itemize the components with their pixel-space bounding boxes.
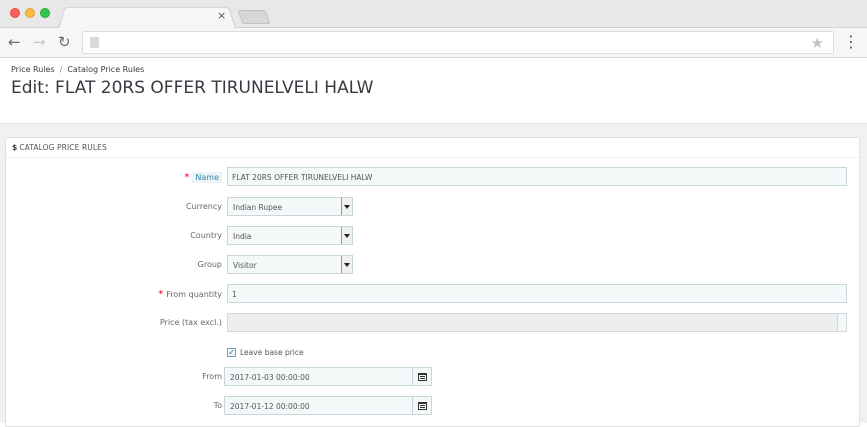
country-label: Country: [190, 231, 222, 240]
price-label: Price (tax excl.): [159, 318, 222, 327]
panel-heading: $ CATALOG PRICE RULES: [6, 138, 859, 158]
kebab-menu-icon[interactable]: ⋮: [843, 33, 859, 51]
to-label: To: [213, 401, 222, 410]
from-quantity-label-row: * From quantity: [6, 289, 222, 300]
to-calendar-button[interactable]: [412, 396, 432, 415]
from-quantity-input[interactable]: 1: [227, 284, 847, 303]
leave-base-price-checkbox[interactable]: ✓: [227, 348, 236, 357]
breadcrumb-item-catalog-price-rules[interactable]: Catalog Price Rules: [67, 65, 144, 74]
from-quantity-label: From quantity: [166, 290, 222, 299]
required-marker: *: [158, 289, 164, 300]
name-label: Name: [192, 172, 222, 183]
calendar-icon: [418, 402, 427, 410]
group-label: Group: [197, 260, 222, 269]
maximize-window-icon[interactable]: [40, 8, 50, 18]
from-label: From: [202, 372, 222, 381]
page-icon: [90, 37, 99, 48]
country-select[interactable]: India: [227, 226, 353, 245]
name-label-row: * Name: [6, 172, 222, 183]
breadcrumb-separator: /: [59, 65, 63, 74]
to-date-input[interactable]: 2017-01-12 00:00:00: [224, 396, 432, 415]
price-addon: [837, 313, 847, 332]
name-input[interactable]: FLAT 20RS OFFER TIRUNELVELI HALW: [227, 167, 847, 186]
leave-base-price-label: Leave base price: [240, 348, 304, 357]
from-date-value: 2017-01-03 00:00:00: [230, 373, 310, 382]
star-icon[interactable]: ★: [811, 34, 824, 52]
forward-arrow-icon[interactable]: →: [33, 34, 46, 50]
price-input: [227, 313, 847, 332]
dollar-icon: $: [12, 143, 18, 152]
panel-title: CATALOG PRICE RULES: [19, 143, 107, 152]
close-window-icon[interactable]: [10, 8, 20, 18]
country-select-value: India: [233, 232, 252, 241]
browser-toolbar: ← → ↻ ★ ⋮: [0, 28, 867, 58]
required-marker: *: [184, 172, 190, 183]
chevron-down-icon: [341, 256, 352, 273]
currency-select-value: Indian Rupee: [233, 203, 283, 212]
to-date-value: 2017-01-12 00:00:00: [230, 402, 310, 411]
page-header: Price Rules / Catalog Price Rules Edit: FL…: [0, 58, 867, 124]
group-select[interactable]: Visitor: [227, 255, 353, 274]
breadcrumb-item-price-rules[interactable]: Price Rules: [11, 65, 55, 74]
browser-tab-bar: ×: [0, 0, 867, 29]
currency-select[interactable]: Indian Rupee: [227, 197, 353, 216]
currency-label: Currency: [185, 202, 222, 211]
chevron-down-icon: [341, 198, 352, 215]
group-select-value: Visitor: [233, 261, 257, 270]
calendar-icon: [418, 373, 427, 381]
from-date-input[interactable]: 2017-01-03 00:00:00: [224, 367, 432, 386]
page-title: Edit: FLAT 20RS OFFER TIRUNELVELI HALW: [11, 78, 374, 98]
back-arrow-icon[interactable]: ←: [8, 34, 21, 50]
address-bar[interactable]: ★: [82, 31, 834, 54]
reload-icon[interactable]: ↻: [58, 34, 71, 50]
catalog-price-rules-panel: $ CATALOG PRICE RULES * Name FLAT 20RS OFF…: [5, 137, 860, 427]
tab-close-icon[interactable]: ×: [217, 9, 226, 22]
minimize-window-icon[interactable]: [25, 8, 35, 18]
chevron-down-icon: [341, 227, 352, 244]
breadcrumb: Price Rules / Catalog Price Rules: [11, 65, 144, 74]
browser-tab-active[interactable]: [58, 6, 236, 29]
from-calendar-button[interactable]: [412, 367, 432, 386]
new-tab-button[interactable]: [237, 10, 271, 24]
